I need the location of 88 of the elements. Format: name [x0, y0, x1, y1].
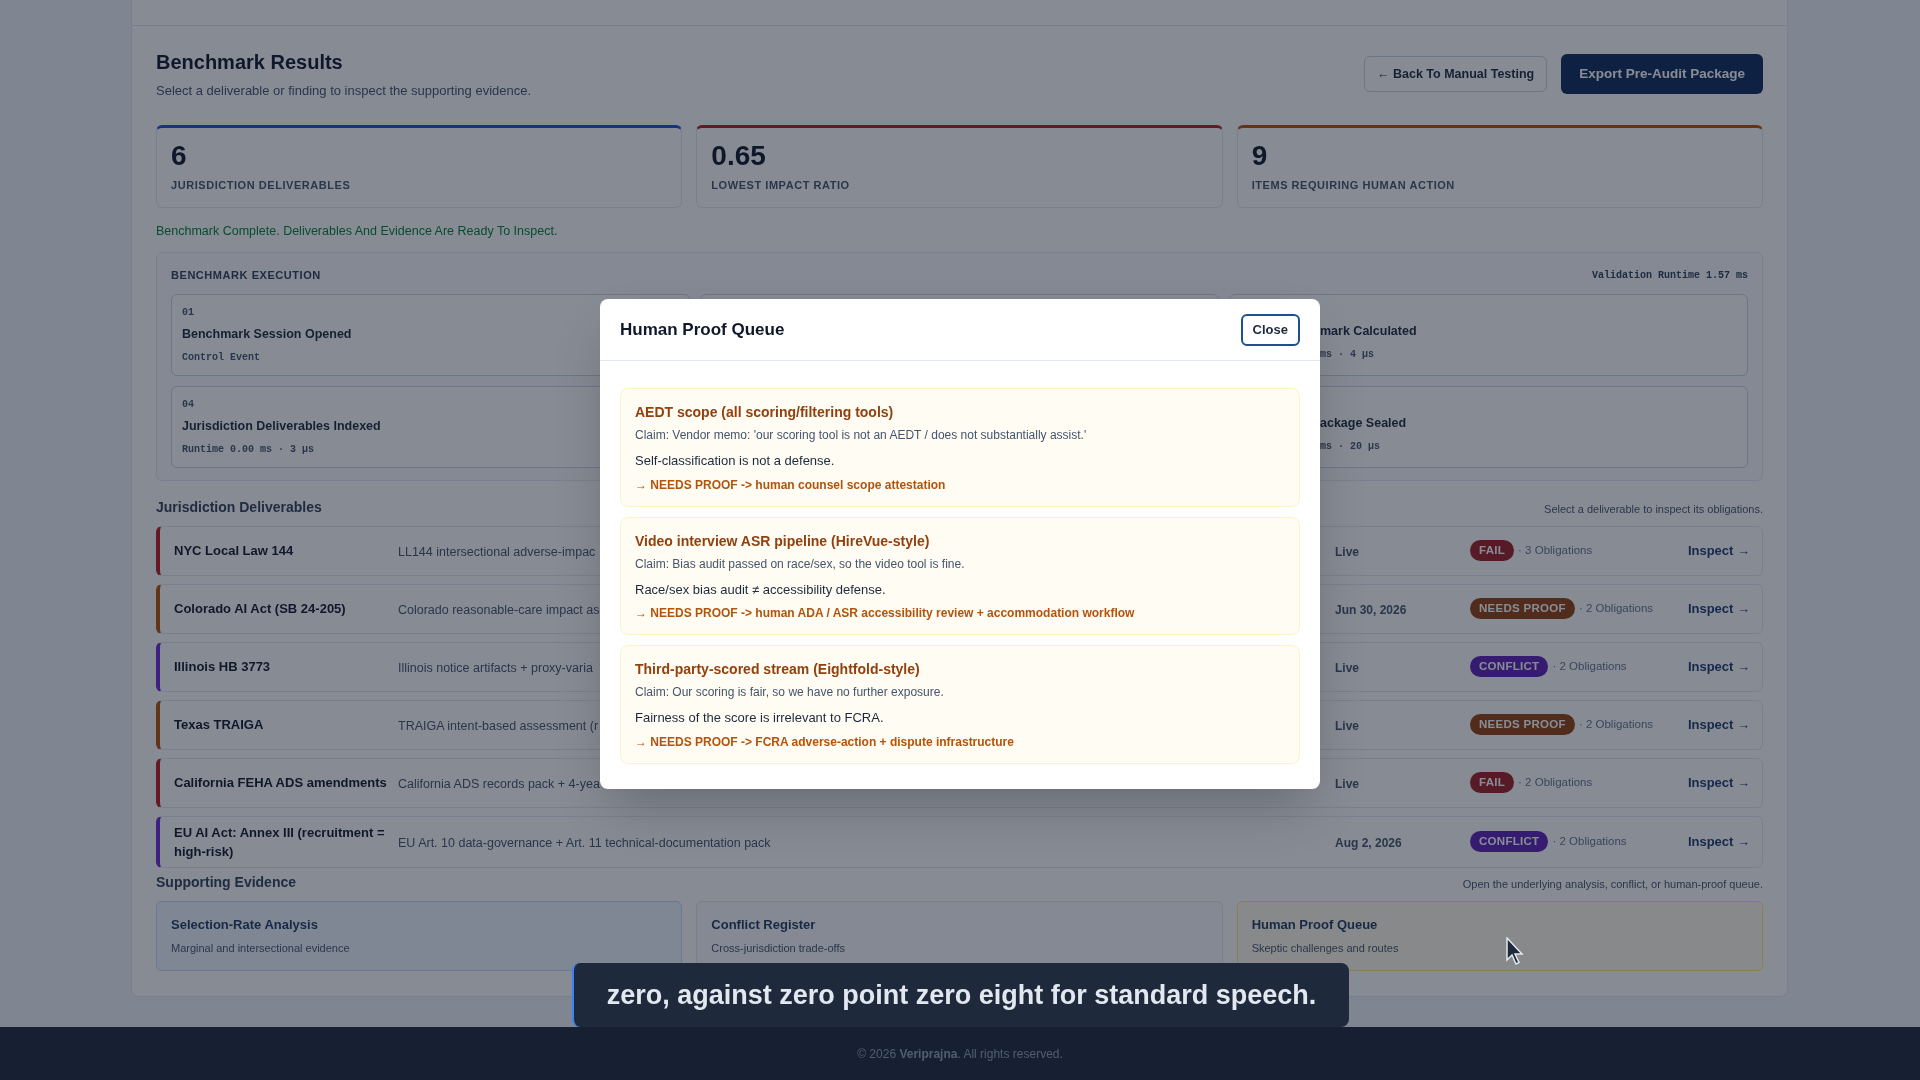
section-title: Jurisdiction Deliverables: [156, 497, 322, 517]
deliverable-description: EU Art. 10 data-governance + Art. 11 technical-documentation pack: [398, 835, 771, 850]
step-detail: ms · 20 µs: [1320, 439, 1380, 454]
status-badge: FAIL: [1470, 772, 1515, 794]
section-title: BENCHMARK EXECUTION: [171, 268, 321, 284]
inspect-link[interactable]: Inspect →: [1687, 599, 1750, 619]
stat-label: JURISDICTION DELIVERABLES: [171, 177, 351, 193]
copyright-text: © 2026 Veriprajna. All rights reserved.: [857, 1045, 1063, 1063]
step-detail: Runtime 0.00 ms · 3 µs: [182, 442, 315, 457]
page-title: Benchmark Results: [156, 50, 344, 75]
deliverable-description: LL144 intersectional adverse-impac: [398, 544, 596, 559]
deliverable-name: California FEHA ADS amendments: [174, 774, 388, 793]
deadline-text: Aug 2, 2026: [1335, 835, 1402, 850]
deliverable-name: Illinois HB 3773: [174, 658, 272, 677]
runtime-label: Validation Runtime 1.57 ms: [1591, 269, 1748, 283]
claim-text: Claim: Our scoring is fair, so we have no further exposure.: [635, 684, 944, 701]
back-button[interactable]: ← Back To Manual Testing: [1364, 56, 1548, 92]
card-subtitle: Cross-jurisdiction trade-offs: [711, 941, 845, 957]
obligation-count: · 2 Obligations: [1578, 601, 1654, 617]
inspect-link[interactable]: Inspect →: [1687, 832, 1750, 852]
obligation-count: · 2 Obligations: [1552, 834, 1627, 850]
page-subtitle: Select a deliverable or finding to inspect the supporting evidence.: [156, 82, 532, 100]
deliverable-name: Texas TRAIGA: [174, 716, 265, 735]
section-title: Supporting Evidence: [156, 872, 296, 892]
obligation-count: · 2 Obligations: [1518, 775, 1593, 791]
section-hint: Open the underlying analysis, conflict, or human-proof queue.: [1462, 877, 1763, 893]
claim-text: Claim: Vendor memo: 'our scoring tool is not an AEDT / does not substantially assist.': [635, 427, 1087, 444]
status-badge: FAIL: [1470, 540, 1515, 562]
card-title: Conflict Register: [711, 915, 816, 934]
deadline-text: Live: [1335, 718, 1359, 733]
evidence-card[interactable]: Human Proof Queue Skeptic challenges and routes: [1236, 900, 1763, 971]
route-text: → NEEDS PROOF -> human ADA / ASR accessibility review + accommodation workflow: [635, 605, 1135, 622]
route-text: → NEEDS PROOF -> FCRA adverse-action + dispute infrastructure: [635, 733, 1014, 751]
card-title: Human Proof Queue: [1251, 915, 1378, 934]
stat-value: 0.65: [711, 138, 766, 173]
obligation-count: · 3 Obligations: [1518, 543, 1593, 559]
verdict-text: Fairness of the score is irrelevant to FCRA.: [635, 709, 884, 727]
deliverable-description: Colorado reasonable-care impact as: [398, 602, 600, 617]
step-detail: Control Event: [182, 350, 260, 365]
deliverable-description: California ADS records pack + 4-yea: [398, 776, 600, 791]
deadline-text: Live: [1335, 544, 1359, 559]
status-message: Benchmark Complete. Deliverables And Evidence Are Ready To Inspect.: [156, 222, 559, 240]
step-title: ackage Sealed: [1320, 414, 1407, 432]
verdict-text: Race/sex bias audit ≠ accessibility defense.: [635, 580, 886, 599]
card-title: Selection-Rate Analysis: [171, 915, 318, 934]
step-title: mark Calculated: [1320, 322, 1417, 340]
verdict-text: Self-classification is not a defense.: [635, 452, 835, 470]
route-text: → NEEDS PROOF -> human counsel scope attestation: [635, 476, 946, 494]
obligation-count: · 2 Obligations: [1552, 659, 1627, 675]
deliverable-description: Illinois notice artifacts + proxy-varia: [398, 660, 593, 675]
inspect-link[interactable]: Inspect →: [1687, 541, 1750, 561]
obligation-count: · 2 Obligations: [1578, 717, 1654, 733]
stat-value: 9: [1251, 138, 1268, 173]
section-hint: Select a deliverable to inspect its obligations.: [1544, 502, 1763, 518]
step-title: Jurisdiction Deliverables Indexed: [182, 417, 381, 435]
stat-label: LOWEST IMPACT RATIO: [711, 177, 850, 193]
claim-text: Claim: Bias audit passed on race/sex, so the video tool is fine.: [635, 555, 965, 573]
evidence-card[interactable]: Selection-Rate Analysis Marginal and intersectional evidence: [156, 900, 683, 971]
status-badge: NEEDS PROOF: [1470, 598, 1575, 620]
deliverable-name: NYC Local Law 144: [174, 542, 295, 561]
deadline-text: Live: [1335, 660, 1359, 675]
card-subtitle: Skeptic challenges and routes: [1251, 941, 1399, 957]
proof-item-title: Third-party-scored stream (Eightfold-style): [635, 660, 920, 679]
modal-title: Human Proof Queue: [620, 318, 785, 341]
caption-text: zero, against zero point zero eight for standard speech.: [606, 978, 1317, 1012]
status-badge: CONFLICT: [1470, 831, 1549, 853]
status-badge: CONFLICT: [1470, 656, 1549, 678]
stat-value: 6: [171, 138, 187, 173]
proof-item-title: AEDT scope (all scoring/filtering tools): [635, 403, 894, 422]
inspect-link[interactable]: Inspect →: [1687, 773, 1750, 793]
inspect-link[interactable]: Inspect →: [1687, 715, 1750, 735]
step-number: 04: [182, 397, 194, 412]
close-button[interactable]: Close: [1240, 313, 1300, 346]
status-badge: NEEDS PROOF: [1470, 714, 1575, 736]
step-number: 01: [182, 305, 194, 320]
proof-item-title: Video interview ASR pipeline (HireVue-style): [635, 531, 930, 551]
card-subtitle: Marginal and intersectional evidence: [171, 941, 350, 957]
deadline-text: Jun 30, 2026: [1335, 602, 1407, 617]
inspect-link[interactable]: Inspect →: [1687, 657, 1750, 677]
step-title: Benchmark Session Opened: [182, 325, 352, 343]
deliverable-name: Colorado AI Act (SB 24-205): [174, 600, 347, 619]
deliverable-description: TRAIGA intent-based assessment (r: [398, 718, 599, 733]
export-button[interactable]: Export Pre-Audit Package: [1561, 54, 1763, 94]
deliverable-row[interactable]: EU AI Act: Annex III (recruitment = high-risk) EU Art. 10 data-governance + Art. 11 technical-documentation pack Aug 2, 2026 CONFLICT · 2 Obligations Inspect →: [156, 815, 1763, 868]
deadline-text: Live: [1335, 776, 1359, 791]
step-detail: ms · 4 µs: [1320, 347, 1374, 362]
deliverable-name: EU AI Act: Annex III (recruitment = high-risk): [174, 823, 386, 861]
stat-label: ITEMS REQUIRING HUMAN ACTION: [1251, 177, 1455, 193]
